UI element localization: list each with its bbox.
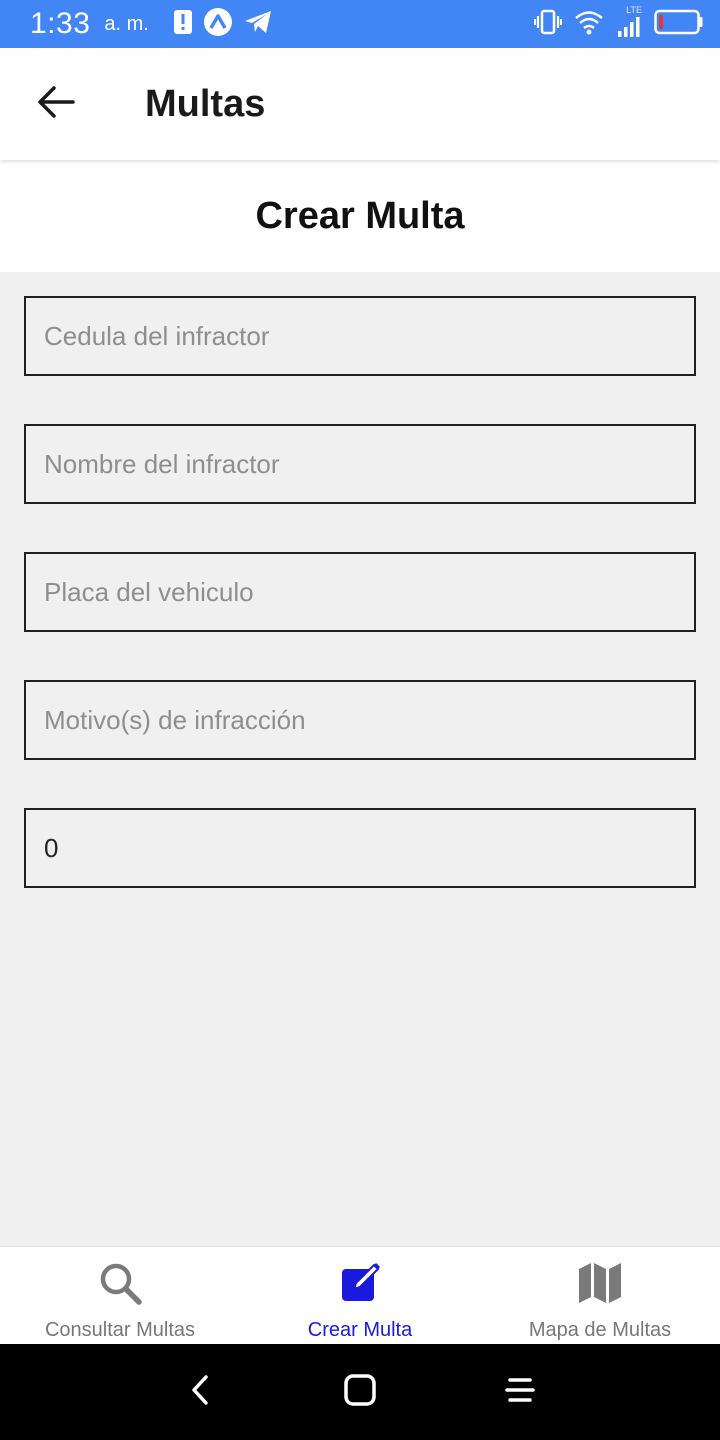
vibrate-icon bbox=[533, 9, 563, 40]
status-bar: 1:33 a. m. LTE bbox=[0, 0, 720, 48]
arrow-left-icon bbox=[37, 85, 75, 124]
nombre-input[interactable] bbox=[26, 426, 694, 502]
system-back-button[interactable] bbox=[170, 1362, 230, 1422]
signal-icon: LTE bbox=[616, 5, 642, 39]
bottom-nav: Consultar Multas Crear Multa Mapa de Mul… bbox=[0, 1246, 720, 1344]
back-button[interactable] bbox=[21, 69, 91, 139]
nav-label-mapa-de-multas: Mapa de Multas bbox=[528, 1319, 672, 1341]
numeric-field-container bbox=[24, 808, 696, 888]
edit-icon bbox=[336, 1259, 384, 1307]
status-right: LTE bbox=[533, 5, 704, 40]
placa-input[interactable] bbox=[26, 554, 694, 630]
search-icon bbox=[96, 1259, 144, 1307]
menu-icon bbox=[504, 1374, 536, 1411]
map-icon bbox=[576, 1259, 624, 1307]
back-icon bbox=[189, 1374, 211, 1411]
cedula-input[interactable] bbox=[26, 298, 694, 374]
expo-icon bbox=[203, 7, 233, 42]
status-left: 1:33 a. m. bbox=[30, 7, 273, 42]
placa-field-container bbox=[24, 552, 696, 632]
motivo-field-container bbox=[24, 680, 696, 760]
numeric-input[interactable] bbox=[26, 810, 694, 886]
section-header: Crear Multa bbox=[0, 160, 720, 272]
create-fine-form bbox=[24, 296, 696, 936]
app-bar: Multas bbox=[0, 48, 720, 160]
status-ampm: a. m. bbox=[104, 12, 149, 35]
nav-label-consultar-multas: Consultar Multas bbox=[44, 1319, 196, 1341]
app-title: Multas bbox=[145, 82, 266, 125]
alert-icon bbox=[173, 9, 193, 40]
battery-icon bbox=[654, 9, 704, 40]
page-title: Crear Multa bbox=[255, 194, 465, 237]
notification-icons bbox=[173, 7, 273, 42]
motivo-input[interactable] bbox=[26, 682, 694, 758]
nav-item-consultar-multas[interactable]: Consultar Multas bbox=[0, 1247, 240, 1344]
wifi-icon bbox=[574, 9, 604, 40]
cedula-field-container bbox=[24, 296, 696, 376]
telegram-icon bbox=[243, 9, 273, 40]
system-home-button[interactable] bbox=[330, 1362, 390, 1422]
nav-label-crear-multa: Crear Multa bbox=[307, 1319, 413, 1341]
system-menu-button[interactable] bbox=[490, 1362, 550, 1422]
home-icon bbox=[343, 1373, 377, 1412]
nav-item-crear-multa[interactable]: Crear Multa bbox=[240, 1247, 480, 1344]
nav-item-mapa-de-multas[interactable]: Mapa de Multas bbox=[480, 1247, 720, 1344]
system-nav-bar bbox=[0, 1344, 720, 1440]
status-time: 1:33 bbox=[30, 7, 91, 40]
nombre-field-container bbox=[24, 424, 696, 504]
